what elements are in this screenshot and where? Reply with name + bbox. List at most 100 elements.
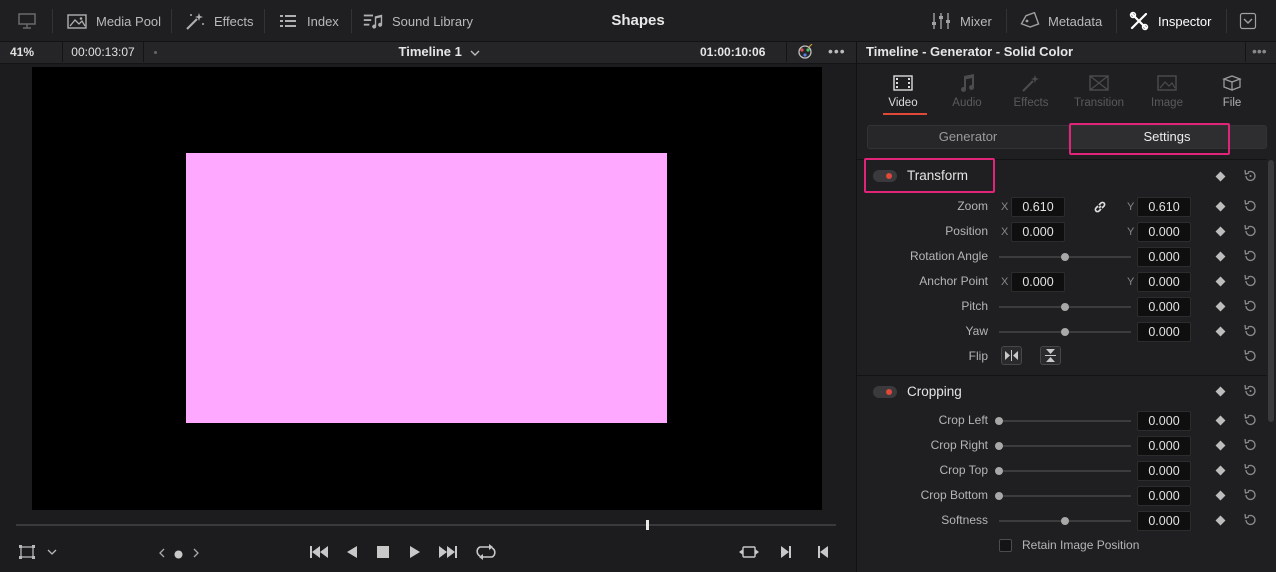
next-edit-button[interactable] [779, 544, 793, 560]
timeline-selector[interactable]: Timeline 1 [360, 42, 520, 62]
sound-library-button[interactable]: Sound Library [362, 0, 473, 42]
source-timecode[interactable]: 00:00:13:07 [62, 42, 144, 62]
reset-icon[interactable] [1243, 384, 1257, 398]
keyframe-icon[interactable] [1215, 386, 1226, 397]
softness-slider[interactable] [999, 517, 1131, 525]
link-icon[interactable] [1093, 200, 1107, 214]
keyframe-icon[interactable] [1215, 415, 1226, 426]
reset-icon[interactable] [1243, 324, 1257, 338]
clip-dot-indicator[interactable] [174, 550, 183, 559]
timeline-timecode[interactable]: 01:00:10:06 [700, 42, 765, 62]
yaw-slider[interactable] [999, 328, 1131, 336]
crop-bottom-slider[interactable] [995, 492, 1131, 500]
anchor-x-field[interactable]: 0.000 [1011, 272, 1065, 292]
viewer-canvas[interactable] [32, 67, 822, 510]
zoom-y-field[interactable]: 0.610 [1137, 197, 1191, 217]
crop-right-field[interactable]: 0.000 [1137, 436, 1191, 456]
position-x-field[interactable]: 0.000 [1011, 222, 1065, 242]
tab-effects[interactable]: Effects [1001, 69, 1061, 115]
keyframe-icon[interactable] [1215, 326, 1226, 337]
keyframe-icon[interactable] [1215, 201, 1226, 212]
reset-icon[interactable] [1243, 413, 1257, 427]
slider-knob[interactable] [995, 467, 1003, 475]
cropping-toggle[interactable] [873, 386, 897, 398]
play-button[interactable] [408, 544, 422, 560]
prev-clip-button[interactable] [158, 548, 166, 558]
zoom-x-field[interactable]: 0.610 [1011, 197, 1065, 217]
reset-icon[interactable] [1243, 199, 1257, 213]
reset-icon[interactable] [1243, 224, 1257, 238]
pitch-field[interactable]: 0.000 [1137, 297, 1191, 317]
media-pool-button[interactable]: Media Pool [66, 0, 161, 42]
window-menu-button[interactable] [1237, 0, 1259, 42]
reset-icon[interactable] [1243, 274, 1257, 288]
pitch-slider[interactable] [999, 303, 1131, 311]
tab-video[interactable]: Video [873, 69, 933, 115]
slider-knob[interactable] [1061, 253, 1069, 261]
slider-knob[interactable] [995, 417, 1003, 425]
cropping-header[interactable]: Cropping [857, 376, 1267, 406]
crop-left-field[interactable]: 0.000 [1137, 411, 1191, 431]
match-frame-button[interactable] [739, 544, 759, 560]
crop-right-slider[interactable] [995, 442, 1131, 450]
mixer-button[interactable]: Mixer [930, 0, 992, 42]
go-to-end-button[interactable] [437, 544, 459, 560]
position-y-field[interactable]: 0.000 [1137, 222, 1191, 242]
tab-audio[interactable]: Audio [937, 69, 997, 115]
tab-transition[interactable]: Transition [1069, 69, 1129, 115]
reset-icon[interactable] [1243, 513, 1257, 527]
keyframe-icon[interactable] [1215, 171, 1226, 182]
yaw-field[interactable]: 0.000 [1137, 322, 1191, 342]
rotation-field[interactable]: 0.000 [1137, 247, 1191, 267]
flip-vertical-button[interactable] [1040, 346, 1061, 365]
reset-icon[interactable] [1243, 169, 1257, 183]
color-picker-icon[interactable] [796, 43, 814, 63]
subtab-generator[interactable]: Generator [868, 126, 1068, 148]
retain-position-checkbox[interactable] [999, 539, 1012, 552]
inspector-scrollbar[interactable] [1268, 160, 1274, 422]
keyframe-icon[interactable] [1215, 226, 1226, 237]
flip-horizontal-button[interactable] [1001, 346, 1022, 365]
slider-knob[interactable] [1061, 328, 1069, 336]
viewer-mode-button[interactable] [18, 544, 36, 560]
play-reverse-button[interactable] [345, 544, 359, 560]
loop-button[interactable] [475, 544, 497, 560]
crop-top-slider[interactable] [995, 467, 1131, 475]
inspector-options-icon[interactable]: ••• [1245, 42, 1267, 62]
keyframe-icon[interactable] [1215, 515, 1226, 526]
next-clip-button[interactable] [192, 548, 200, 558]
go-to-start-button[interactable] [308, 544, 330, 560]
softness-field[interactable]: 0.000 [1137, 511, 1191, 531]
slider-knob[interactable] [1061, 517, 1069, 525]
keyframe-icon[interactable] [1215, 301, 1226, 312]
reset-icon[interactable] [1243, 463, 1257, 477]
crop-top-field[interactable]: 0.000 [1137, 461, 1191, 481]
slider-knob[interactable] [995, 442, 1003, 450]
viewer-mode-dropdown[interactable] [46, 548, 58, 556]
index-button[interactable]: Index [277, 0, 339, 42]
inspector-button[interactable]: Inspector [1128, 0, 1211, 42]
rotation-slider[interactable] [999, 253, 1131, 261]
slider-knob[interactable] [1061, 303, 1069, 311]
crop-left-slider[interactable] [995, 417, 1131, 425]
crop-bottom-field[interactable]: 0.000 [1137, 486, 1191, 506]
keyframe-icon[interactable] [1215, 440, 1226, 451]
reset-icon[interactable] [1243, 488, 1257, 502]
tab-file[interactable]: File [1202, 69, 1262, 115]
viewer-options-icon[interactable]: ••• [828, 42, 846, 60]
playhead[interactable] [646, 520, 650, 530]
slider-knob[interactable] [995, 492, 1003, 500]
reset-icon[interactable] [1243, 349, 1257, 363]
keyframe-icon[interactable] [1215, 490, 1226, 501]
viewer-scrubber[interactable] [16, 524, 836, 526]
prev-edit-button[interactable] [816, 544, 830, 560]
reset-icon[interactable] [1243, 299, 1257, 313]
keyframe-icon[interactable] [1215, 276, 1226, 287]
reset-icon[interactable] [1243, 438, 1257, 452]
zoom-level[interactable]: 41% [10, 42, 34, 62]
monitor-button[interactable] [16, 0, 38, 42]
effects-button[interactable]: Effects [184, 0, 254, 42]
keyframe-icon[interactable] [1215, 251, 1226, 262]
stop-button[interactable] [376, 544, 390, 560]
metadata-button[interactable]: Metadata [1018, 0, 1102, 42]
